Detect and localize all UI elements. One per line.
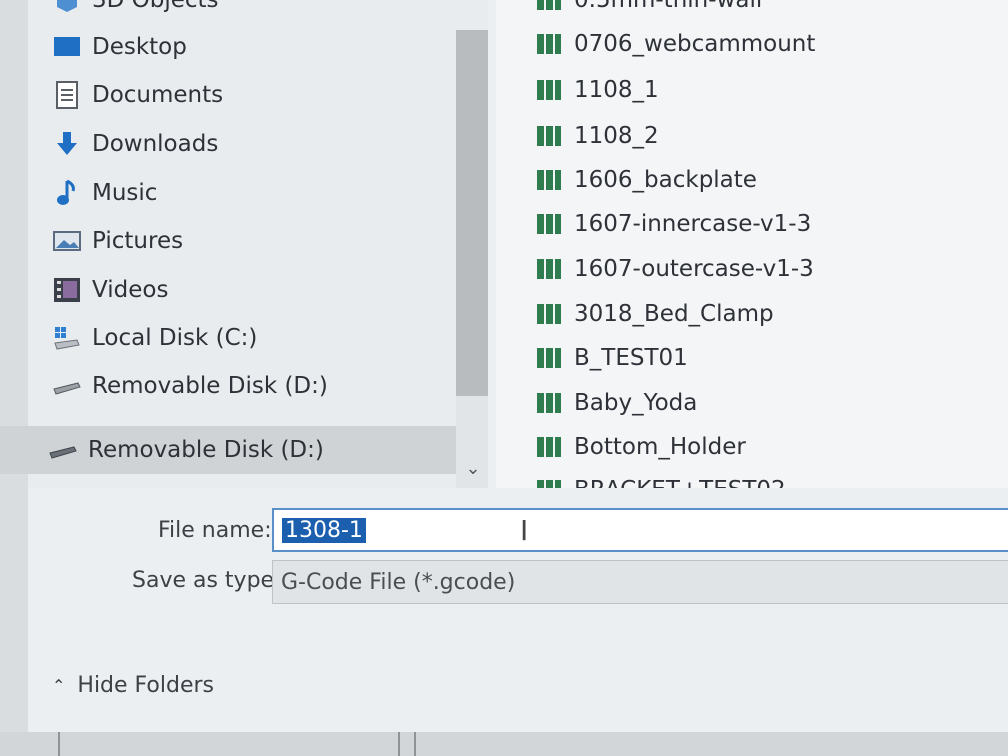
file-name: Baby_Yoda [574,390,698,416]
hide-folders-button[interactable]: ⌃ Hide Folders [52,668,214,702]
gcode-file-icon [536,390,562,416]
scroll-down-chevron-icon[interactable]: ⌄ [462,458,484,480]
gcode-file-icon [536,0,562,13]
gcode-file-icon [536,477,562,488]
save-as-type-value: G-Code File (*.gcode) [281,569,516,595]
sidebar-item-label: Documents [92,82,224,108]
file-name: B_TEST01 [574,345,688,371]
file-name-label: File name: [158,518,272,543]
sidebar-item-3d-objects[interactable]: 3D Objects [52,0,452,20]
removable-disk-icon [48,435,78,465]
file-name-input[interactable]: 1308-1 [272,508,1008,552]
sidebar-item-label: Downloads [92,131,219,157]
list-item[interactable]: 1108_2 [536,116,659,156]
desktop-icon [52,32,82,62]
downloads-icon [52,129,82,159]
gcode-file-icon [536,77,562,103]
videos-icon [52,275,82,305]
list-item[interactable]: BRACKET+TEST02 [536,470,786,488]
sidebar-item-label: Pictures [92,228,184,254]
sidebar-item-label: Local Disk (C:) [92,325,258,351]
list-item[interactable]: Bottom_Holder [536,427,746,467]
sidebar-item-local-disk-c[interactable]: Local Disk (C:) [52,318,452,358]
file-name: 1607-innercase-v1-3 [574,211,812,237]
gcode-file-icon [536,31,562,57]
list-item[interactable]: 1108_1 [536,70,659,110]
text-cursor-icon: I [520,514,529,547]
sidebar-item-downloads[interactable]: Downloads [52,124,452,164]
file-name: 1607-outercase-v1-3 [574,256,814,282]
hide-folders-label: Hide Folders [77,672,215,698]
sidebar-item-removable-disk-d[interactable]: Removable Disk (D:) [52,366,452,406]
sidebar-item-label: 3D Objects [92,0,219,13]
documents-icon [52,80,82,110]
frame-divider [58,732,60,756]
gcode-file-icon [536,345,562,371]
gcode-file-icon [536,434,562,460]
file-name: 1108_2 [574,123,659,149]
gcode-file-icon [536,167,562,193]
list-item[interactable]: 1606_backplate [536,160,757,200]
list-item[interactable]: 1607-outercase-v1-3 [536,249,814,289]
sidebar-item-pictures[interactable]: Pictures [52,221,452,261]
frame-divider [414,732,416,756]
file-name: 1108_1 [574,77,659,103]
sidebar-item-music[interactable]: Music [52,173,452,213]
gcode-file-icon [536,256,562,282]
sidebar-item-label: Removable Disk (D:) [92,373,328,399]
file-name: 3018_Bed_Clamp [574,301,774,327]
list-item[interactable]: B_TEST01 [536,338,688,378]
sidebar-item-documents[interactable]: Documents [52,75,452,115]
save-as-type-select[interactable]: G-Code File (*.gcode) [272,560,1008,604]
list-item[interactable]: 1607-innercase-v1-3 [536,204,811,244]
removable-disk-icon [52,371,82,401]
sidebar-item-videos[interactable]: Videos [52,270,452,310]
sidebar-item-desktop[interactable]: Desktop [52,27,452,67]
list-item[interactable]: 0.5mm-thin-wall [536,0,762,20]
sidebar-item-label: Videos [92,277,169,303]
gcode-file-icon [536,123,562,149]
sidebar-scrollbar-thumb[interactable] [456,30,488,396]
list-item[interactable]: 3018_Bed_Clamp [536,294,774,334]
sidebar-item-removable-disk-d-selected[interactable]: Removable Disk (D:) [0,426,478,474]
file-name: Bottom_Holder [574,434,746,460]
3d-objects-icon [52,0,82,15]
sidebar-item-label: Music [92,180,158,206]
music-icon [52,178,82,208]
gcode-file-icon [536,301,562,327]
file-list: 0.5mm-thin-wall 0706_webcammount 1108_1 … [496,0,1008,488]
sidebar-item-label: Removable Disk (D:) [88,437,324,463]
file-name: 1606_backplate [574,167,757,193]
save-as-type-label: Save as type: [132,568,282,593]
sidebar-item-label: Desktop [92,34,187,60]
file-name: 0706_webcammount [574,31,816,57]
file-name: 0.5mm-thin-wall [574,0,763,13]
window-bottom-edge [0,732,1008,756]
file-name: BRACKET+TEST02 [574,477,786,488]
file-name-selected-text: 1308-1 [282,517,366,543]
pictures-icon [52,226,82,256]
local-disk-icon [52,323,82,353]
gcode-file-icon [536,211,562,237]
chevron-up-icon: ⌃ [52,675,66,695]
list-item[interactable]: Baby_Yoda [536,383,697,423]
list-item[interactable]: 0706_webcammount [536,24,815,64]
frame-divider [398,732,400,756]
